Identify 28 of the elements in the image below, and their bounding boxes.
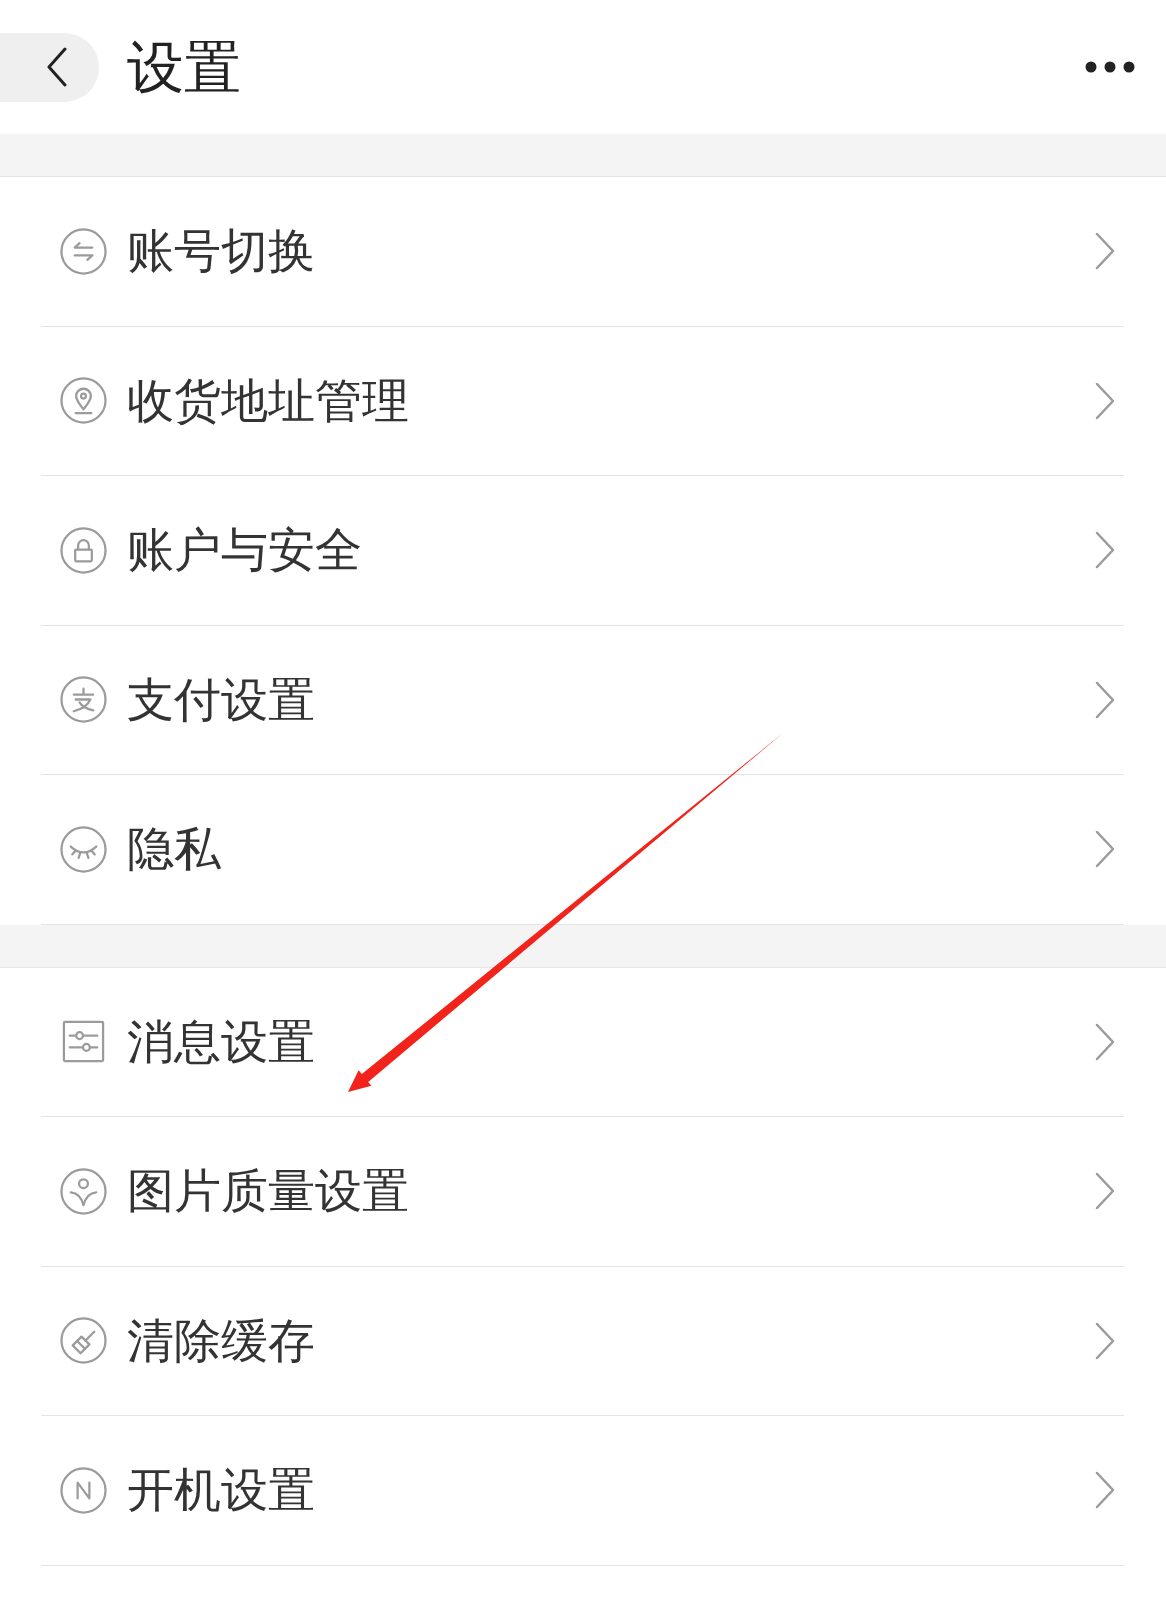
payment-icon [60,676,107,724]
swap-arrows-icon [60,227,107,275]
chevron-icon [1094,1021,1116,1062]
page-title: 设置 [127,32,241,102]
back-button[interactable] [0,32,99,102]
settings-item[interactable]: 账户与安全 [41,476,1124,626]
chevron-icon [1094,1470,1116,1511]
chevron-icon [1094,1320,1116,1361]
n-circle-icon [60,1466,107,1514]
chevron-icon [1094,679,1116,720]
settings-item[interactable]: 清除缓存 [41,1266,1124,1416]
sprout-icon [60,1167,107,1215]
settings-item[interactable]: 图片质量设置 [41,1117,1124,1267]
chevron-icon [1094,530,1116,571]
location-pin-icon [60,377,107,425]
more-icon[interactable] [1085,61,1135,73]
settings-item[interactable]: 收货地址管理 [41,326,1124,476]
chevron-icon [1094,380,1116,421]
settings-item[interactable]: 账号切换 [41,177,1124,327]
settings-item[interactable]: 开机设置 [41,1416,1124,1566]
settings-item[interactable]: 支付设置 [41,625,1124,775]
broom-icon [60,1317,107,1365]
chevron-icon [1094,231,1116,272]
closed-eye-icon [60,825,107,873]
padlock-icon [60,526,107,574]
chevron-icon [1094,829,1116,870]
back-icon [46,47,68,87]
chevron-icon [1094,1171,1116,1212]
